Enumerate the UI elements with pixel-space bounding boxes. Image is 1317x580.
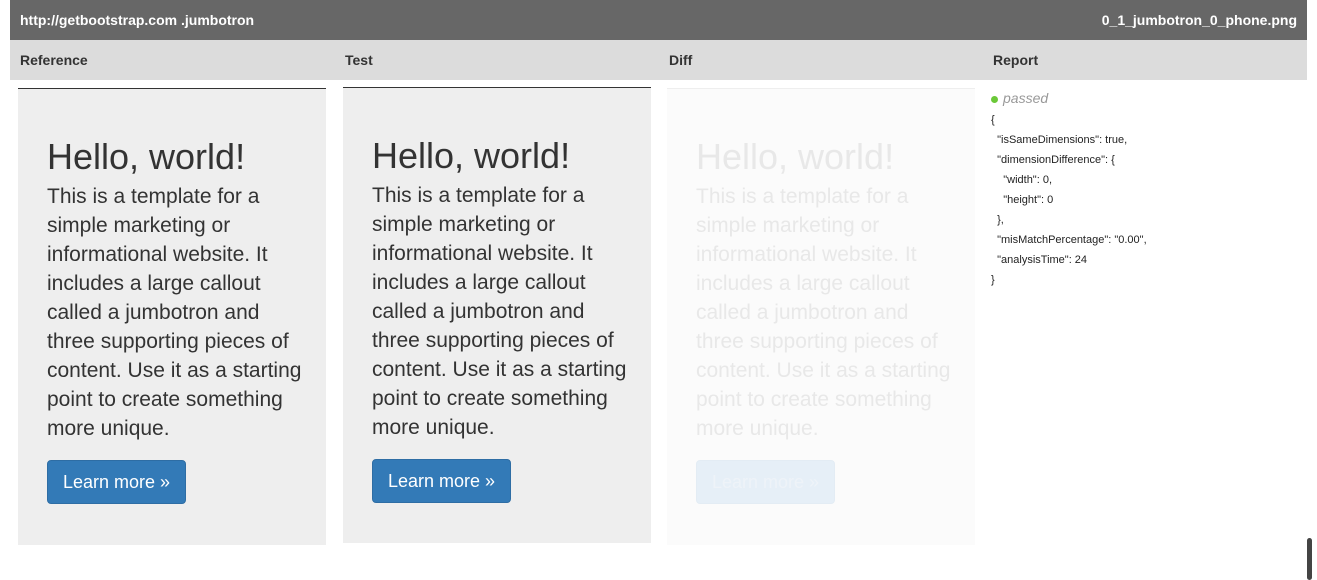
learn-more-button: Learn more » (696, 460, 836, 504)
page-url: http://getbootstrap.com .jumbotron (20, 12, 255, 28)
column-header-report: Report (993, 52, 1039, 68)
report-json: { "isSameDimensions": true, "dimensionDi… (991, 114, 1147, 286)
jumbotron-heading: Hello, world! (696, 136, 895, 177)
jumbotron: Hello, world! This is a template for a s… (696, 138, 956, 443)
jumbotron: Hello, world! This is a template for a s… (372, 137, 632, 442)
status-line: passed (991, 90, 1147, 106)
scrollbar[interactable] (1307, 538, 1312, 580)
jumbotron-heading: Hello, world! (47, 136, 246, 177)
column-header-diff: Diff (669, 52, 693, 68)
reference-screenshot[interactable]: Hello, world! This is a template for a s… (18, 88, 326, 545)
jumbotron: Hello, world! This is a template for a s… (47, 138, 307, 443)
jumbotron-text: This is a template for a simple marketin… (372, 184, 627, 439)
column-header-reference: Reference (20, 52, 88, 68)
report-panel: passed { "isSameDimensions": true, "dime… (991, 90, 1147, 290)
status-dot-icon (991, 95, 998, 103)
test-screenshot[interactable]: Hello, world! This is a template for a s… (343, 87, 651, 543)
top-bar: http://getbootstrap.com .jumbotron 0_1_j… (10, 0, 1307, 40)
column-header-row: Reference Test Diff Report (10, 40, 1307, 80)
jumbotron-text: This is a template for a simple marketin… (47, 185, 302, 440)
screenshot-filename: 0_1_jumbotron_0_phone.png (1101, 12, 1297, 28)
learn-more-button[interactable]: Learn more » (47, 460, 187, 504)
jumbotron-text: This is a template for a simple marketin… (696, 185, 951, 440)
learn-more-button[interactable]: Learn more » (372, 459, 512, 503)
status-text: passed (1003, 90, 1049, 106)
diff-screenshot[interactable]: Hello, world! This is a template for a s… (667, 88, 975, 545)
jumbotron-heading: Hello, world! (372, 135, 571, 176)
column-header-test: Test (345, 52, 373, 68)
